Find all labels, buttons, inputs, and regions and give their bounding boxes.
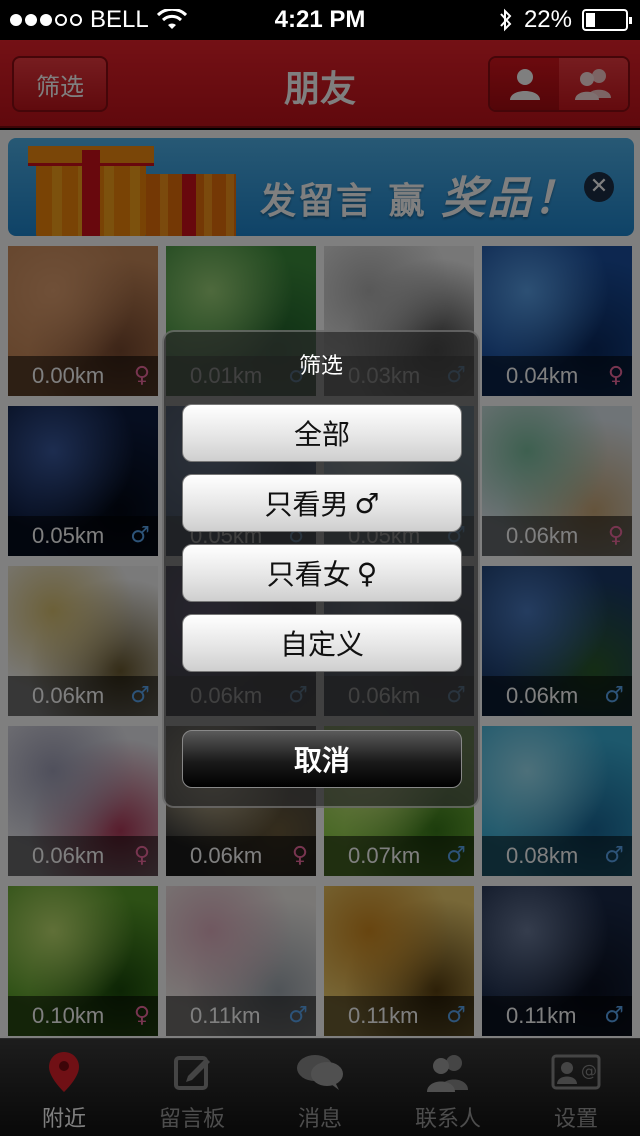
male-symbol-icon: ♂ <box>354 486 380 520</box>
filter-option-all[interactable]: 全部 <box>182 404 462 462</box>
battery-icon <box>582 9 632 31</box>
option-label: 只看女 <box>266 558 351 591</box>
battery-percent: 22% <box>523 6 572 33</box>
option-label: 自定义 <box>279 628 364 661</box>
option-label: 全部 <box>293 418 350 451</box>
filter-option-male[interactable]: 只看男 ♂ <box>182 474 462 532</box>
filter-dialog: 筛选 全部 只看男 ♂ 只看女 ♀ 自定义 取消 <box>162 330 480 808</box>
filter-option-female[interactable]: 只看女 ♀ <box>182 544 462 602</box>
status-bar: BELL 4:21 PM 22% <box>0 0 640 40</box>
dialog-title: 筛选 <box>298 354 343 379</box>
female-symbol-icon: ♀ <box>356 556 378 590</box>
cancel-button[interactable]: 取消 <box>182 730 462 788</box>
option-label: 只看男 <box>264 488 349 521</box>
status-right: 22% <box>498 6 632 34</box>
filter-option-custom[interactable]: 自定义 <box>182 614 462 672</box>
bluetooth-icon <box>500 8 512 32</box>
